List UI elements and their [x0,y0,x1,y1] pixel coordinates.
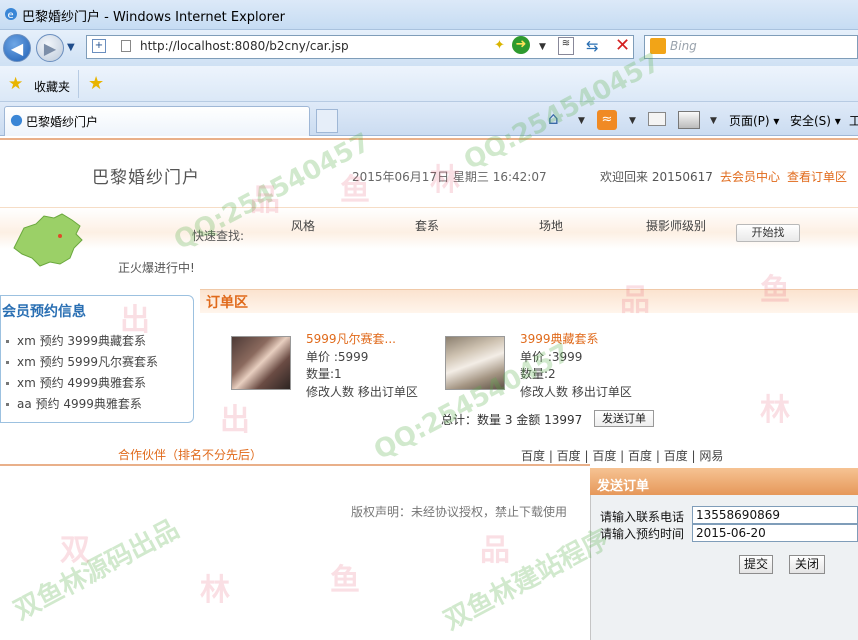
datetime: 2015年06月17日 星期三 16:42:07 [352,170,547,184]
close-button[interactable]: 关闭 [789,555,825,574]
home-icon[interactable]: ⌂ [548,109,559,129]
phone-label: 请输入联系电话 [600,510,685,524]
svg-text:品: 品 [480,533,510,568]
new-tab-button[interactable] [316,109,338,133]
refresh-icon[interactable]: ⇆ [586,37,599,55]
copyright-text: 版权声明：未经协议授权，禁止下载使用 [351,505,568,519]
svg-text:林: 林 [200,573,230,608]
svg-text:出: 出 [220,403,250,438]
list-item-text: xm 预约 3999典藏套系 [17,334,146,348]
address-input[interactable]: http://localhost:8080/b2cny/car.jsp [140,39,349,53]
compat-icon[interactable]: ≋ [558,37,574,55]
arrow-right-icon: ▶ [43,38,57,58]
stop-icon[interactable]: ✕ [615,35,630,56]
go-icon[interactable]: ➜ [512,36,530,54]
view-orders-link[interactable]: 查看订单区 [787,168,847,185]
product-thumbnail[interactable] [231,336,291,390]
compat-view-icon[interactable]: + [92,39,106,53]
tools-menu[interactable]: 工 [849,112,858,129]
order-area-title: 订单区 [206,295,248,311]
favorites-star-icon[interactable]: ★ [8,74,23,94]
date-label: 请输入预约时间 [600,527,685,541]
window-titlebar: e 巴黎婚纱门户 - Windows Internet Explorer [0,0,858,30]
welcome-text: 欢迎回来 20150617 [600,170,713,184]
product-name[interactable]: 3999典藏套系 [520,330,599,347]
list-item: xm 预约 3999典藏套系 [6,332,146,349]
print-dropdown-icon[interactable]: ▼ [710,116,717,126]
filter-photographer-level[interactable]: 摄影师级别 [646,217,706,234]
product-name[interactable]: 5999凡尔赛套... [306,330,396,347]
list-item: xm 预约 4999典雅套系 [6,374,146,391]
list-item-text: aa 预约 4999典雅套系 [17,397,142,411]
tab-ie-icon [10,114,23,127]
watermark-brand2: 双鱼林建站程序 [439,523,614,636]
bullet-icon [6,361,9,364]
favorites-bar [0,66,858,102]
partner-links[interactable]: 百度 | 百度 | 百度 | 百度 | 百度 | 网易 [521,447,723,464]
footer-divider [0,464,590,466]
order-area-header [200,289,858,313]
window-title: 巴黎婚纱门户 - Windows Internet Explorer [22,10,285,25]
product-thumbnail[interactable] [445,336,505,390]
product-quantity: 数量:1 [306,367,342,381]
filter-style[interactable]: 风格 [291,217,315,234]
history-dropdown-icon[interactable]: ▼ [67,42,75,53]
filter-package[interactable]: 套系 [415,217,439,234]
send-order-button[interactable]: 发送订单 [594,410,654,427]
page-menu[interactable]: 页面(P) ▾ [729,112,779,129]
add-favorite-icon[interactable]: ★ [88,73,104,94]
arrow-left-icon: ◀ [10,38,24,58]
feeds-dropdown-icon[interactable]: ▼ [629,116,636,126]
rss-star-icon[interactable]: ✦ [494,38,505,53]
partners-heading: 合作伙伴（排名不分先后） [118,448,263,462]
product-actions[interactable]: 修改人数 移出订单区 [520,383,632,400]
feeds-icon[interactable]: ≈ [597,110,617,130]
filter-venue[interactable]: 场地 [539,217,563,234]
product-quantity: 数量:2 [520,367,556,381]
member-center-link[interactable]: 去会员中心 [720,168,780,185]
china-map-icon [13,213,83,267]
product-price: 单价 :3999 [520,350,583,364]
start-search-button[interactable]: 开始找 [736,224,800,242]
favorites-label[interactable]: 收藏夹 [34,78,70,95]
home-dropdown-icon[interactable]: ▼ [578,116,585,126]
svg-text:林: 林 [760,393,790,428]
header-divider [0,138,858,140]
bing-icon [650,38,666,54]
search-input[interactable]: Bing [670,39,697,53]
bullet-icon [6,340,9,343]
site-title: 巴黎婚纱门户 [92,168,200,188]
back-button[interactable]: ◀ [3,34,31,62]
print-icon[interactable] [678,111,700,129]
product-price: 单价 :5999 [306,350,369,364]
list-item: xm 预约 5999凡尔赛套系 [6,353,158,370]
order-total: 总计：数量 3 金额 13997 [441,413,583,427]
phone-field[interactable]: 13558690869 [692,506,858,524]
list-item-text: xm 预约 5999凡尔赛套系 [17,355,158,369]
ie-logo-icon: e [5,8,17,21]
watermark-brand: 双鱼林源码出品 [9,514,184,626]
forward-button[interactable]: ▶ [36,34,64,62]
safety-menu[interactable]: 安全(S) ▾ [790,112,841,129]
bullet-icon [6,382,9,385]
bullet-icon [6,403,9,406]
page-icon [121,40,131,52]
marquee-text: 正火爆进行中! [118,261,195,275]
dialog-title: 发送订单 [597,479,650,494]
separator [78,70,79,98]
addr-dropdown-icon[interactable]: ▼ [539,42,546,52]
tab-title: 巴黎婚纱门户 [26,115,99,129]
quick-search-label: 快速查找: [192,229,245,243]
date-field[interactable]: 2015-06-20 [692,524,858,542]
svg-text:e: e [8,10,14,21]
mail-icon[interactable] [648,112,666,126]
list-item-text: xm 预约 4999典雅套系 [17,376,146,390]
list-item: aa 预约 4999典雅套系 [6,395,142,412]
svg-text:鱼: 鱼 [330,563,360,598]
submit-button[interactable]: 提交 [739,555,773,574]
svg-text:双: 双 [60,533,90,568]
product-actions[interactable]: 修改人数 移出订单区 [306,383,418,400]
member-panel-title: 会员预约信息 [2,304,86,320]
